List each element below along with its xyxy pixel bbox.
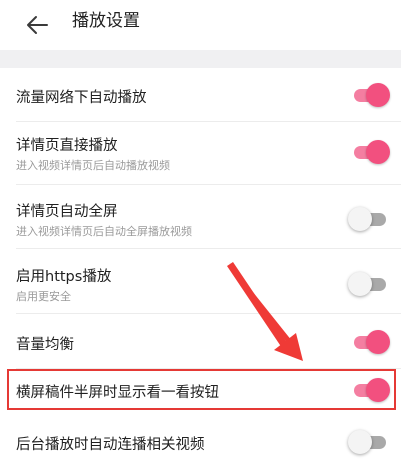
annotation-arrow-icon bbox=[227, 262, 303, 361]
